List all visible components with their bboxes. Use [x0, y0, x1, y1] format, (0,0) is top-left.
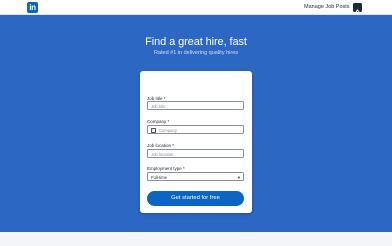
building-icon: [151, 127, 156, 133]
get-started-button[interactable]: Get started for free: [147, 191, 244, 206]
employment-type-label-text: Employment type: [147, 166, 182, 171]
top-navigation-bar: in Manage Job Posts: [0, 0, 392, 15]
required-marker: *: [167, 119, 170, 124]
chevron-down-icon: ▾: [237, 174, 240, 180]
manage-job-posts-link[interactable]: Manage Job Posts: [304, 4, 350, 10]
company-label: Company *: [147, 119, 169, 124]
job-location-placeholder: Job location: [151, 152, 174, 157]
company-placeholder: Company: [159, 128, 177, 133]
employment-type-value: Full-time: [151, 175, 168, 180]
job-location-input[interactable]: Job location: [147, 149, 244, 158]
company-label-text: Company: [147, 119, 167, 124]
linkedin-logo[interactable]: in: [27, 2, 38, 13]
hero-section: Find a great hire, fast Rated #1 in deli…: [0, 15, 392, 232]
employment-type-select[interactable]: Full-time ▾: [147, 172, 244, 181]
post-job-form: Job title * Job title Company * Company …: [140, 71, 252, 213]
job-location-label-text: Job location: [147, 143, 172, 148]
hero-title: Find a great hire, fast: [145, 36, 247, 48]
required-marker: *: [183, 166, 185, 171]
employment-type-label: Employment type *: [147, 166, 185, 171]
hero-subtitle: Rated #1 in delivering quality hires: [153, 50, 239, 56]
job-title-input[interactable]: Job title: [147, 101, 244, 110]
required-marker: *: [172, 143, 175, 148]
job-location-label: Job location *: [147, 143, 174, 148]
company-input[interactable]: Company: [147, 125, 244, 134]
job-title-placeholder: Job title: [151, 104, 166, 109]
account-avatar[interactable]: [353, 3, 362, 15]
